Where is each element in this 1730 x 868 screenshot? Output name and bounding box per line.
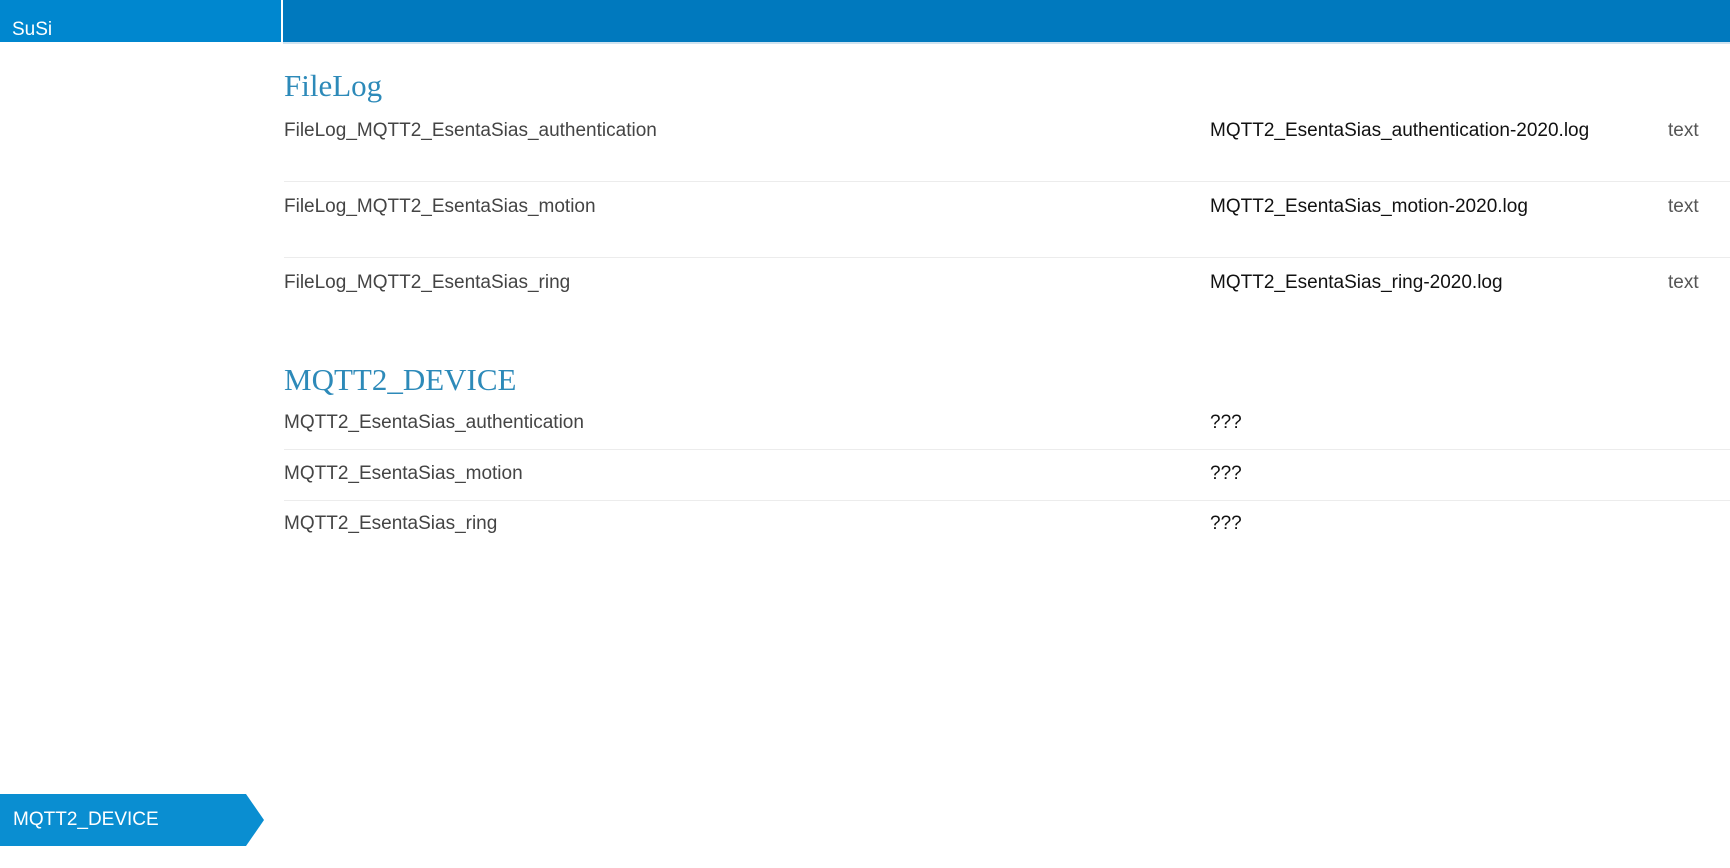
top-bar-shadow [283,42,1730,44]
log-type-link[interactable]: text [1668,272,1699,294]
row-divider [284,181,1730,182]
device-name-link[interactable]: FileLog_MQTT2_EsentaSias_ring [284,272,570,294]
sidebar-item-label: MQTT2_DEVICE [13,809,159,830]
row-divider [284,500,1730,501]
log-file-link[interactable]: MQTT2_EsentaSias_authentication-2020.log [1210,120,1589,142]
device-name-link[interactable]: MQTT2_EsentaSias_ring [284,513,497,535]
device-state[interactable]: ??? [1210,513,1242,535]
log-file-link[interactable]: MQTT2_EsentaSias_ring-2020.log [1210,272,1503,294]
top-bar: SuSi [0,0,1730,42]
brand-title[interactable]: SuSi [12,19,52,41]
log-type-link[interactable]: text [1668,196,1699,218]
log-file-link[interactable]: MQTT2_EsentaSias_motion-2020.log [1210,196,1528,218]
device-name-link[interactable]: MQTT2_EsentaSias_motion [284,463,523,485]
row-divider [284,449,1730,450]
device-state[interactable]: ??? [1210,463,1242,485]
log-type-link[interactable]: text [1668,120,1699,142]
row-divider [284,257,1730,258]
device-name-link[interactable]: FileLog_MQTT2_EsentaSias_authentication [284,120,657,142]
sidebar-item-mqtt2-device[interactable]: MQTT2_DEVICE [0,794,264,846]
section-title-mqtt2-device: MQTT2_DEVICE [284,362,517,397]
device-name-link[interactable]: MQTT2_EsentaSias_authentication [284,412,584,434]
brand-area[interactable]: SuSi [0,0,283,42]
device-name-link[interactable]: FileLog_MQTT2_EsentaSias_motion [284,196,596,218]
device-state[interactable]: ??? [1210,412,1242,434]
section-title-filelog: FileLog [284,68,383,103]
